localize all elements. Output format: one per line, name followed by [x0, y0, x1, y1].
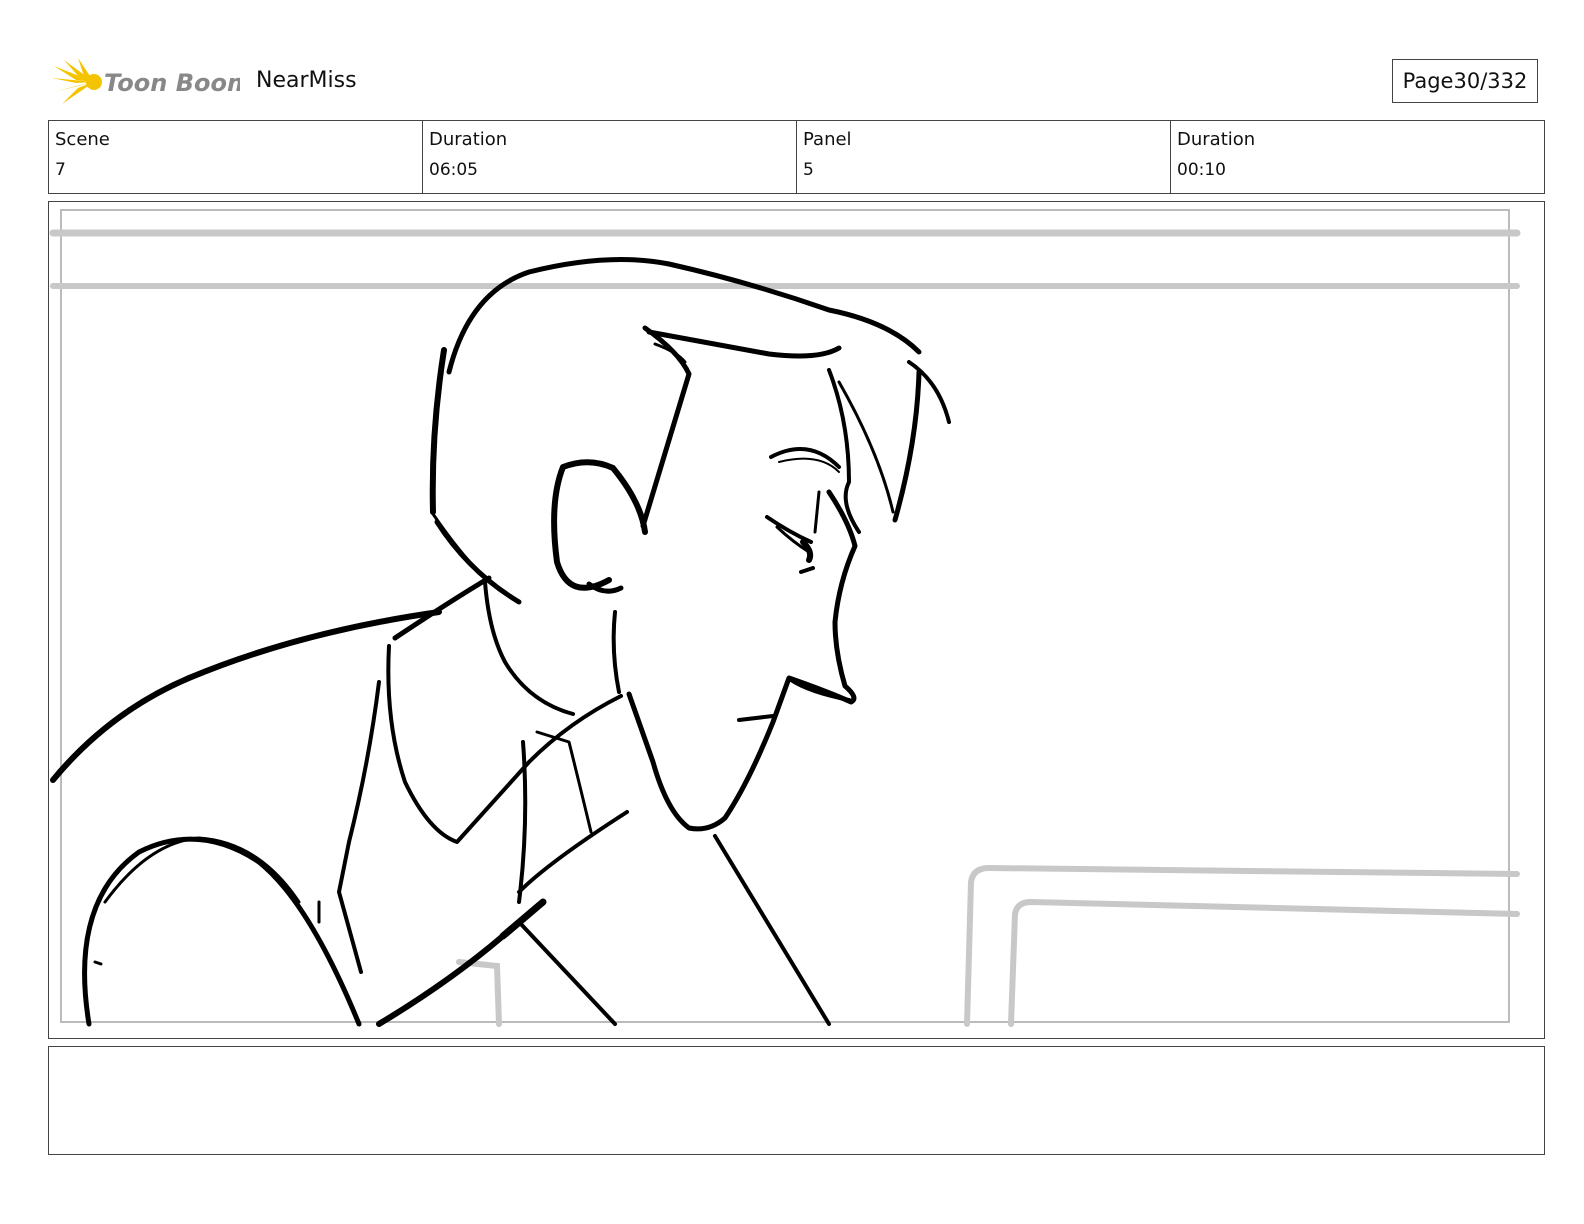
panel-notes-area: [48, 1046, 1545, 1155]
storyboard-panel: [48, 201, 1545, 1039]
character-sketch: [50, 257, 951, 1027]
scene-label: Scene: [55, 129, 110, 150]
logo-text: Toon Boom: [104, 69, 240, 97]
scene-info-table: Scene 7 Duration 06:05 Panel 5 Duration …: [48, 120, 1545, 194]
page-number: 30/332: [1453, 69, 1528, 93]
background-lines: [49, 229, 1521, 1027]
page-label: Page: [1402, 69, 1454, 93]
project-title: NearMiss: [256, 68, 357, 93]
scene-cell: Scene 7: [49, 121, 423, 193]
scene-value: 7: [55, 160, 66, 180]
panel-duration-cell: Duration 00:10: [1171, 121, 1544, 193]
page-indicator: Page 30/332: [1392, 59, 1538, 103]
scene-duration-value: 06:05: [429, 160, 478, 180]
panel-duration-label: Duration: [1177, 129, 1256, 150]
panel-value: 5: [803, 160, 814, 180]
panel-cell: Panel 5: [797, 121, 1171, 193]
starburst-icon: [52, 58, 102, 104]
panel-duration-value: 00:10: [1177, 160, 1226, 180]
sketch-drawing: [49, 209, 1521, 1027]
panel-label: Panel: [803, 129, 852, 150]
toon-boom-logo: Toon Boom: [52, 58, 240, 104]
scene-duration-label: Duration: [429, 129, 508, 150]
scene-duration-cell: Duration 06:05: [423, 121, 797, 193]
safe-area-frame: [60, 209, 1510, 1023]
